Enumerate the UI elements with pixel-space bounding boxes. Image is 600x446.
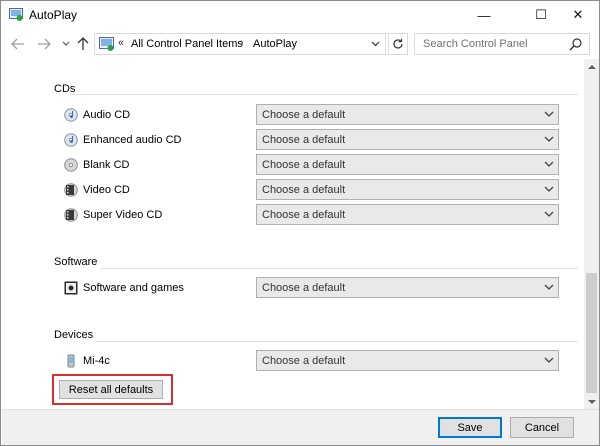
autoplay-window: AutoPlay — ☐ ✕ « All Control Panel Items… [0,0,600,446]
section-divider [100,268,578,269]
title-bar: AutoPlay — ☐ ✕ [1,1,599,29]
refresh-button[interactable] [388,33,408,55]
chevron-up-icon [587,64,596,69]
super-video-cd-label: Super Video CD [83,209,163,221]
breadcrumb-separator[interactable]: › [240,37,244,49]
arrow-left-icon [11,38,24,50]
blank-cd-icon [64,158,78,172]
super-video-cd-select[interactable]: Choose a default [256,204,559,225]
audio-cd-select-value: Choose a default [262,109,346,121]
mi-4c-select-value: Choose a default [262,355,346,367]
section-divider [72,94,578,95]
scroll-up-button[interactable] [584,59,599,73]
video-cd-label: Video CD [83,184,130,196]
arrow-right-icon [38,38,51,50]
video-cd-select[interactable]: Choose a default [256,179,559,200]
section-heading-software: Software [54,256,98,268]
blank-cd-label: Blank CD [83,159,130,171]
search-box[interactable]: Search Control Panel [414,33,590,55]
window-title: AutoPlay [29,8,78,22]
software-games-icon [64,281,78,295]
breadcrumb-overflow[interactable]: « [118,37,124,49]
chevron-down-icon [544,111,554,117]
mi-4c-label: Mi-4c [83,355,110,367]
mi-4c-select[interactable]: Choose a default [256,350,559,371]
chevron-down-icon [544,186,554,192]
settings-content: CDs Audio CD Choose a default Enhanced a… [2,59,584,409]
chevron-down-icon [544,284,554,290]
chevron-down-icon [587,399,596,404]
audio-cd-label: Audio CD [83,109,131,121]
phone-device-icon [67,354,75,368]
breadcrumb-autoplay[interactable]: AutoPlay [253,38,297,50]
video-cd-select-value: Choose a default [262,184,346,196]
search-input[interactable]: Search Control Panel [423,38,528,50]
chevron-down-icon [62,41,70,46]
audio-cd-select[interactable]: Choose a default [256,104,559,125]
address-bar[interactable]: « All Control Panel Items › AutoPlay [94,33,386,55]
close-button[interactable]: ✕ [555,1,600,29]
scroll-down-button[interactable] [584,395,599,409]
minimize-button[interactable]: — [461,1,507,29]
section-divider [96,341,578,342]
software-and-games-select-value: Choose a default [262,282,346,294]
arrow-up-icon [77,37,89,50]
blank-cd-select-value: Choose a default [262,159,346,171]
enhanced-audio-cd-select[interactable]: Choose a default [256,129,559,150]
chevron-down-icon [544,161,554,167]
control-panel-icon [99,37,114,51]
enhanced-audio-cd-label: Enhanced audio CD [83,134,182,146]
breadcrumb-all-control-panel-items[interactable]: All Control Panel Items [131,38,243,50]
save-button[interactable]: Save [438,417,502,438]
super-video-cd-icon [64,208,78,222]
up-button[interactable] [74,36,92,52]
section-heading-devices: Devices [54,329,94,341]
recent-locations-button[interactable] [57,36,75,52]
forward-button[interactable] [35,36,53,52]
back-button[interactable] [9,36,27,52]
control-panel-icon [9,8,23,21]
cancel-button[interactable]: Cancel [510,417,574,438]
chevron-down-icon [544,136,554,142]
enhanced-audio-cd-select-value: Choose a default [262,134,346,146]
dialog-footer: Save Cancel [2,409,599,445]
video-cd-icon [64,183,78,197]
refresh-icon [393,38,403,49]
blank-cd-select[interactable]: Choose a default [256,154,559,175]
address-dropdown-button[interactable] [367,36,383,52]
enhanced-audio-cd-icon [64,133,78,147]
scrollbar-thumb[interactable] [586,273,597,393]
navigation-bar: « All Control Panel Items › AutoPlay Sea… [1,29,599,59]
chevron-down-icon [544,211,554,217]
vertical-scrollbar[interactable] [584,59,599,409]
audio-cd-icon [64,108,78,122]
software-and-games-label: Software and games [83,282,184,294]
search-icon[interactable] [569,37,583,51]
super-video-cd-select-value: Choose a default [262,209,346,221]
reset-all-defaults-button[interactable]: Reset all defaults [59,380,163,399]
chevron-down-icon [371,41,379,47]
software-and-games-select[interactable]: Choose a default [256,277,559,298]
chevron-down-icon [544,357,554,363]
